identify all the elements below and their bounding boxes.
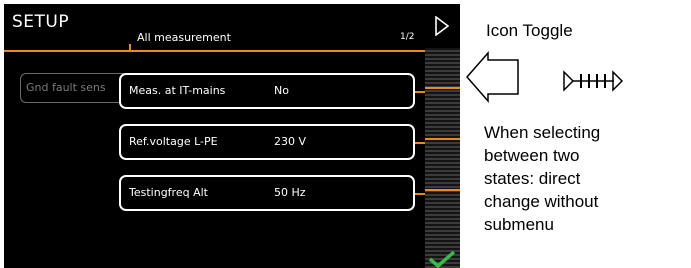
param-value: 50 Hz: [274, 186, 306, 199]
gnd-fault-sens-item[interactable]: Gnd fault sens: [20, 73, 128, 103]
param-label: Meas. at IT-mains: [129, 84, 226, 97]
callout-description-line: between two: [484, 146, 580, 165]
header-underline: [4, 50, 425, 52]
callout-description-line: change without: [484, 192, 599, 211]
softkey-separator: [425, 87, 460, 89]
param-testing-freq[interactable]: Testingfreq Alt 50 Hz: [119, 175, 415, 211]
page-indicator: 1/2: [400, 32, 415, 42]
checkmark-icon[interactable]: [428, 250, 456, 268]
softkey-separator: [425, 189, 460, 191]
param-label: Testingfreq Alt: [129, 186, 208, 199]
connector-line: [415, 142, 425, 144]
tab-all-measurement[interactable]: All measurement: [137, 31, 231, 44]
connector-line: [415, 91, 425, 93]
param-value: 230 V: [274, 135, 307, 148]
play-outline-icon: [435, 16, 449, 36]
device-screen: SETUP All measurement 1/2 Gnd fault sens…: [4, 4, 425, 268]
next-page-button[interactable]: [425, 4, 460, 48]
param-meas-at-it-mains[interactable]: Meas. at IT-mains No: [119, 73, 415, 109]
softkey-strip: [425, 4, 460, 268]
connector-line: [415, 193, 425, 195]
callout-description-line: submenu: [484, 215, 554, 234]
callout-title: Icon Toggle: [486, 21, 573, 40]
callout-description-line: states: direct: [484, 169, 581, 188]
param-label: Ref.voltage L-PE: [129, 135, 218, 148]
page-title: SETUP: [12, 12, 70, 32]
softkey-separator: [425, 138, 460, 140]
toggle-arrows-icon: [563, 70, 624, 92]
param-value: No: [274, 84, 289, 97]
callout-arrow-icon: [466, 51, 519, 103]
callout-description-line: When selecting: [484, 123, 601, 142]
param-ref-voltage[interactable]: Ref.voltage L-PE 230 V: [119, 124, 415, 160]
